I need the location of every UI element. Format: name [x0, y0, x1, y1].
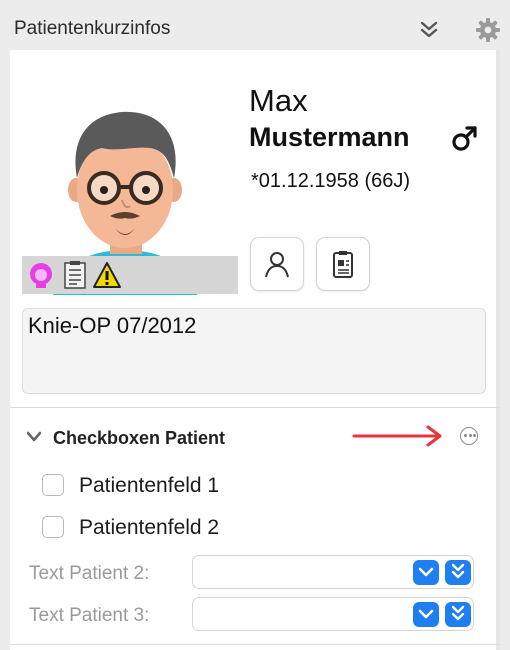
- panel-scroll-edge: [496, 50, 500, 650]
- double-chevron-down-icon[interactable]: [445, 560, 471, 585]
- patient-birthdate: *01.12.1958 (66J): [251, 170, 411, 192]
- panel-title: Patientenkurzinfos: [14, 18, 171, 39]
- text-patient-3-combobox[interactable]: [192, 597, 474, 631]
- chevron-down-icon[interactable]: [413, 602, 439, 627]
- pregnancy-head-icon[interactable]: [26, 260, 56, 290]
- warning-icon[interactable]: [92, 260, 122, 290]
- checkbox-patientenfeld-2[interactable]: [42, 516, 64, 538]
- patient-card-button[interactable]: [316, 237, 370, 291]
- male-symbol-icon: [452, 126, 477, 151]
- gear-icon[interactable]: [474, 16, 502, 44]
- clipboard-id-icon: [333, 251, 353, 278]
- text-patient-2-combobox[interactable]: [192, 555, 474, 589]
- checkbox-patientenfeld-1[interactable]: [42, 474, 64, 496]
- document-list-icon[interactable]: [60, 260, 90, 290]
- patient-last-name: Mustermann: [249, 122, 410, 152]
- section-title[interactable]: Checkboxen Patient: [53, 428, 225, 449]
- section-divider: [10, 644, 500, 645]
- checkbox-label[interactable]: Patientenfeld 1: [79, 474, 219, 498]
- patient-note-text: Knie-OP 07/2012: [28, 313, 197, 338]
- double-chevron-down-icon[interactable]: [445, 602, 471, 627]
- panel-header: Patientenkurzinfos: [0, 0, 510, 48]
- section-divider: [10, 407, 500, 408]
- patient-first-name: Max: [249, 83, 308, 118]
- patient-details-button[interactable]: [250, 237, 304, 291]
- double-chevron-down-icon[interactable]: [417, 18, 441, 42]
- chevron-down-icon[interactable]: [413, 560, 439, 585]
- field-label-text-patient-3: Text Patient 3:: [29, 605, 150, 626]
- field-label-text-patient-2: Text Patient 2:: [29, 563, 150, 584]
- person-outline-icon: [265, 252, 289, 278]
- chevron-down-icon[interactable]: [27, 431, 41, 443]
- checkbox-label[interactable]: Patientenfeld 2: [79, 516, 219, 540]
- annotation-arrow-icon: [352, 425, 442, 447]
- more-options-icon[interactable]: [460, 427, 478, 445]
